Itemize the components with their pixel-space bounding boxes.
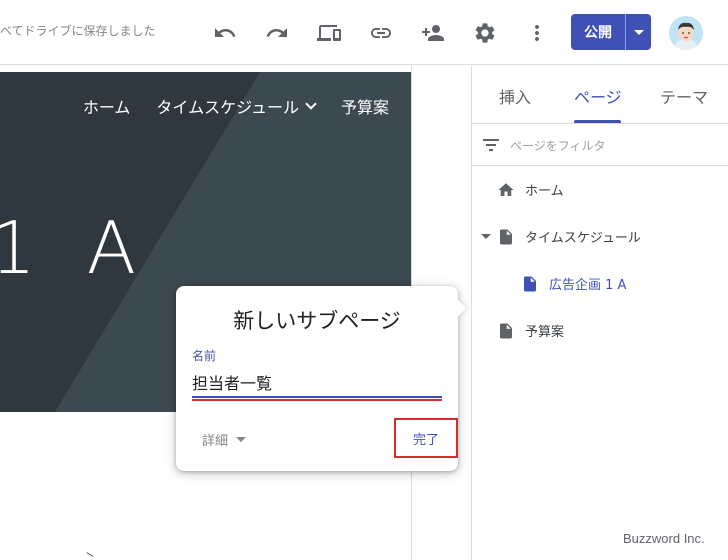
redo-icon[interactable]	[262, 18, 292, 48]
save-status: べてドライブに保存しました	[0, 24, 156, 38]
page-item-label: ホーム	[525, 184, 564, 199]
name-field-label: 名前	[192, 349, 217, 363]
new-subpage-dialog: 新しいサブページ 名前 詳細 完了	[176, 286, 467, 471]
done-button[interactable]: 完了	[394, 418, 458, 458]
side-panel: 挿入 ページ テーマ ホーム タイムスケジュール 広告企画 1 A	[471, 66, 728, 560]
publish-dropdown-icon[interactable]	[626, 14, 651, 50]
cursor-mark	[86, 552, 94, 557]
page-icon	[500, 323, 512, 338]
tab-insert[interactable]: 挿入	[499, 84, 531, 108]
share-icon[interactable]	[418, 18, 448, 48]
site-nav-home[interactable]: ホーム	[83, 94, 131, 118]
site-nav-schedule[interactable]: タイムスケジュール	[156, 94, 317, 118]
publish-button[interactable]: 公開	[571, 14, 651, 50]
chevron-down-icon	[236, 437, 247, 442]
dialog-title: 新しいサブページ	[233, 309, 401, 333]
page-item-home[interactable]: ホーム	[497, 180, 564, 199]
site-nav-budget[interactable]: 予算案	[341, 94, 389, 118]
page-item-budget[interactable]: 予算案	[497, 321, 564, 340]
settings-icon[interactable]	[470, 18, 500, 48]
details-label: 詳細	[202, 434, 229, 449]
avatar[interactable]	[669, 16, 703, 50]
site-nav-schedule-label: タイムスケジュール	[156, 98, 299, 117]
tab-themes[interactable]: テーマ	[660, 84, 708, 108]
site-nav: ホーム タイムスケジュール 予算案	[83, 94, 389, 118]
home-icon	[498, 182, 514, 196]
name-field-underline	[192, 396, 442, 398]
page-filter	[472, 124, 728, 166]
publish-label[interactable]: 公開	[571, 14, 626, 50]
page-filter-input[interactable]	[510, 136, 710, 156]
preview-icon[interactable]	[314, 18, 344, 48]
filter-icon	[483, 139, 499, 151]
page-item-label: 広告企画 1 A	[549, 278, 627, 293]
app-root: べてドライブに保存しました 公開 ホーム タイムスケジュール 予算案 1 A 挿…	[0, 0, 728, 560]
page-icon	[500, 229, 512, 244]
page-item-schedule[interactable]: タイムスケジュール	[497, 227, 641, 246]
active-tab-indicator	[574, 120, 621, 123]
link-icon[interactable]	[366, 18, 396, 48]
expand-toggle-icon[interactable]	[481, 234, 491, 239]
details-button[interactable]: 詳細	[202, 430, 247, 449]
name-field-highlight	[192, 399, 442, 401]
watermark: Buzzword Inc.	[623, 531, 705, 546]
undo-icon[interactable]	[210, 18, 240, 48]
hero-title[interactable]: 1 A	[0, 206, 150, 290]
tab-pages[interactable]: ページ	[574, 84, 622, 108]
page-item-label: タイムスケジュール	[525, 231, 641, 246]
name-field[interactable]	[192, 370, 442, 394]
more-icon[interactable]	[522, 18, 552, 48]
top-toolbar: べてドライブに保存しました 公開	[0, 0, 728, 65]
page-item-label: 予算案	[525, 325, 565, 340]
chevron-down-icon	[305, 97, 317, 110]
page-item-ad-plan[interactable]: 広告企画 1 A	[521, 274, 626, 293]
panel-tabs: 挿入 ページ テーマ	[472, 66, 728, 124]
page-icon	[524, 276, 536, 291]
